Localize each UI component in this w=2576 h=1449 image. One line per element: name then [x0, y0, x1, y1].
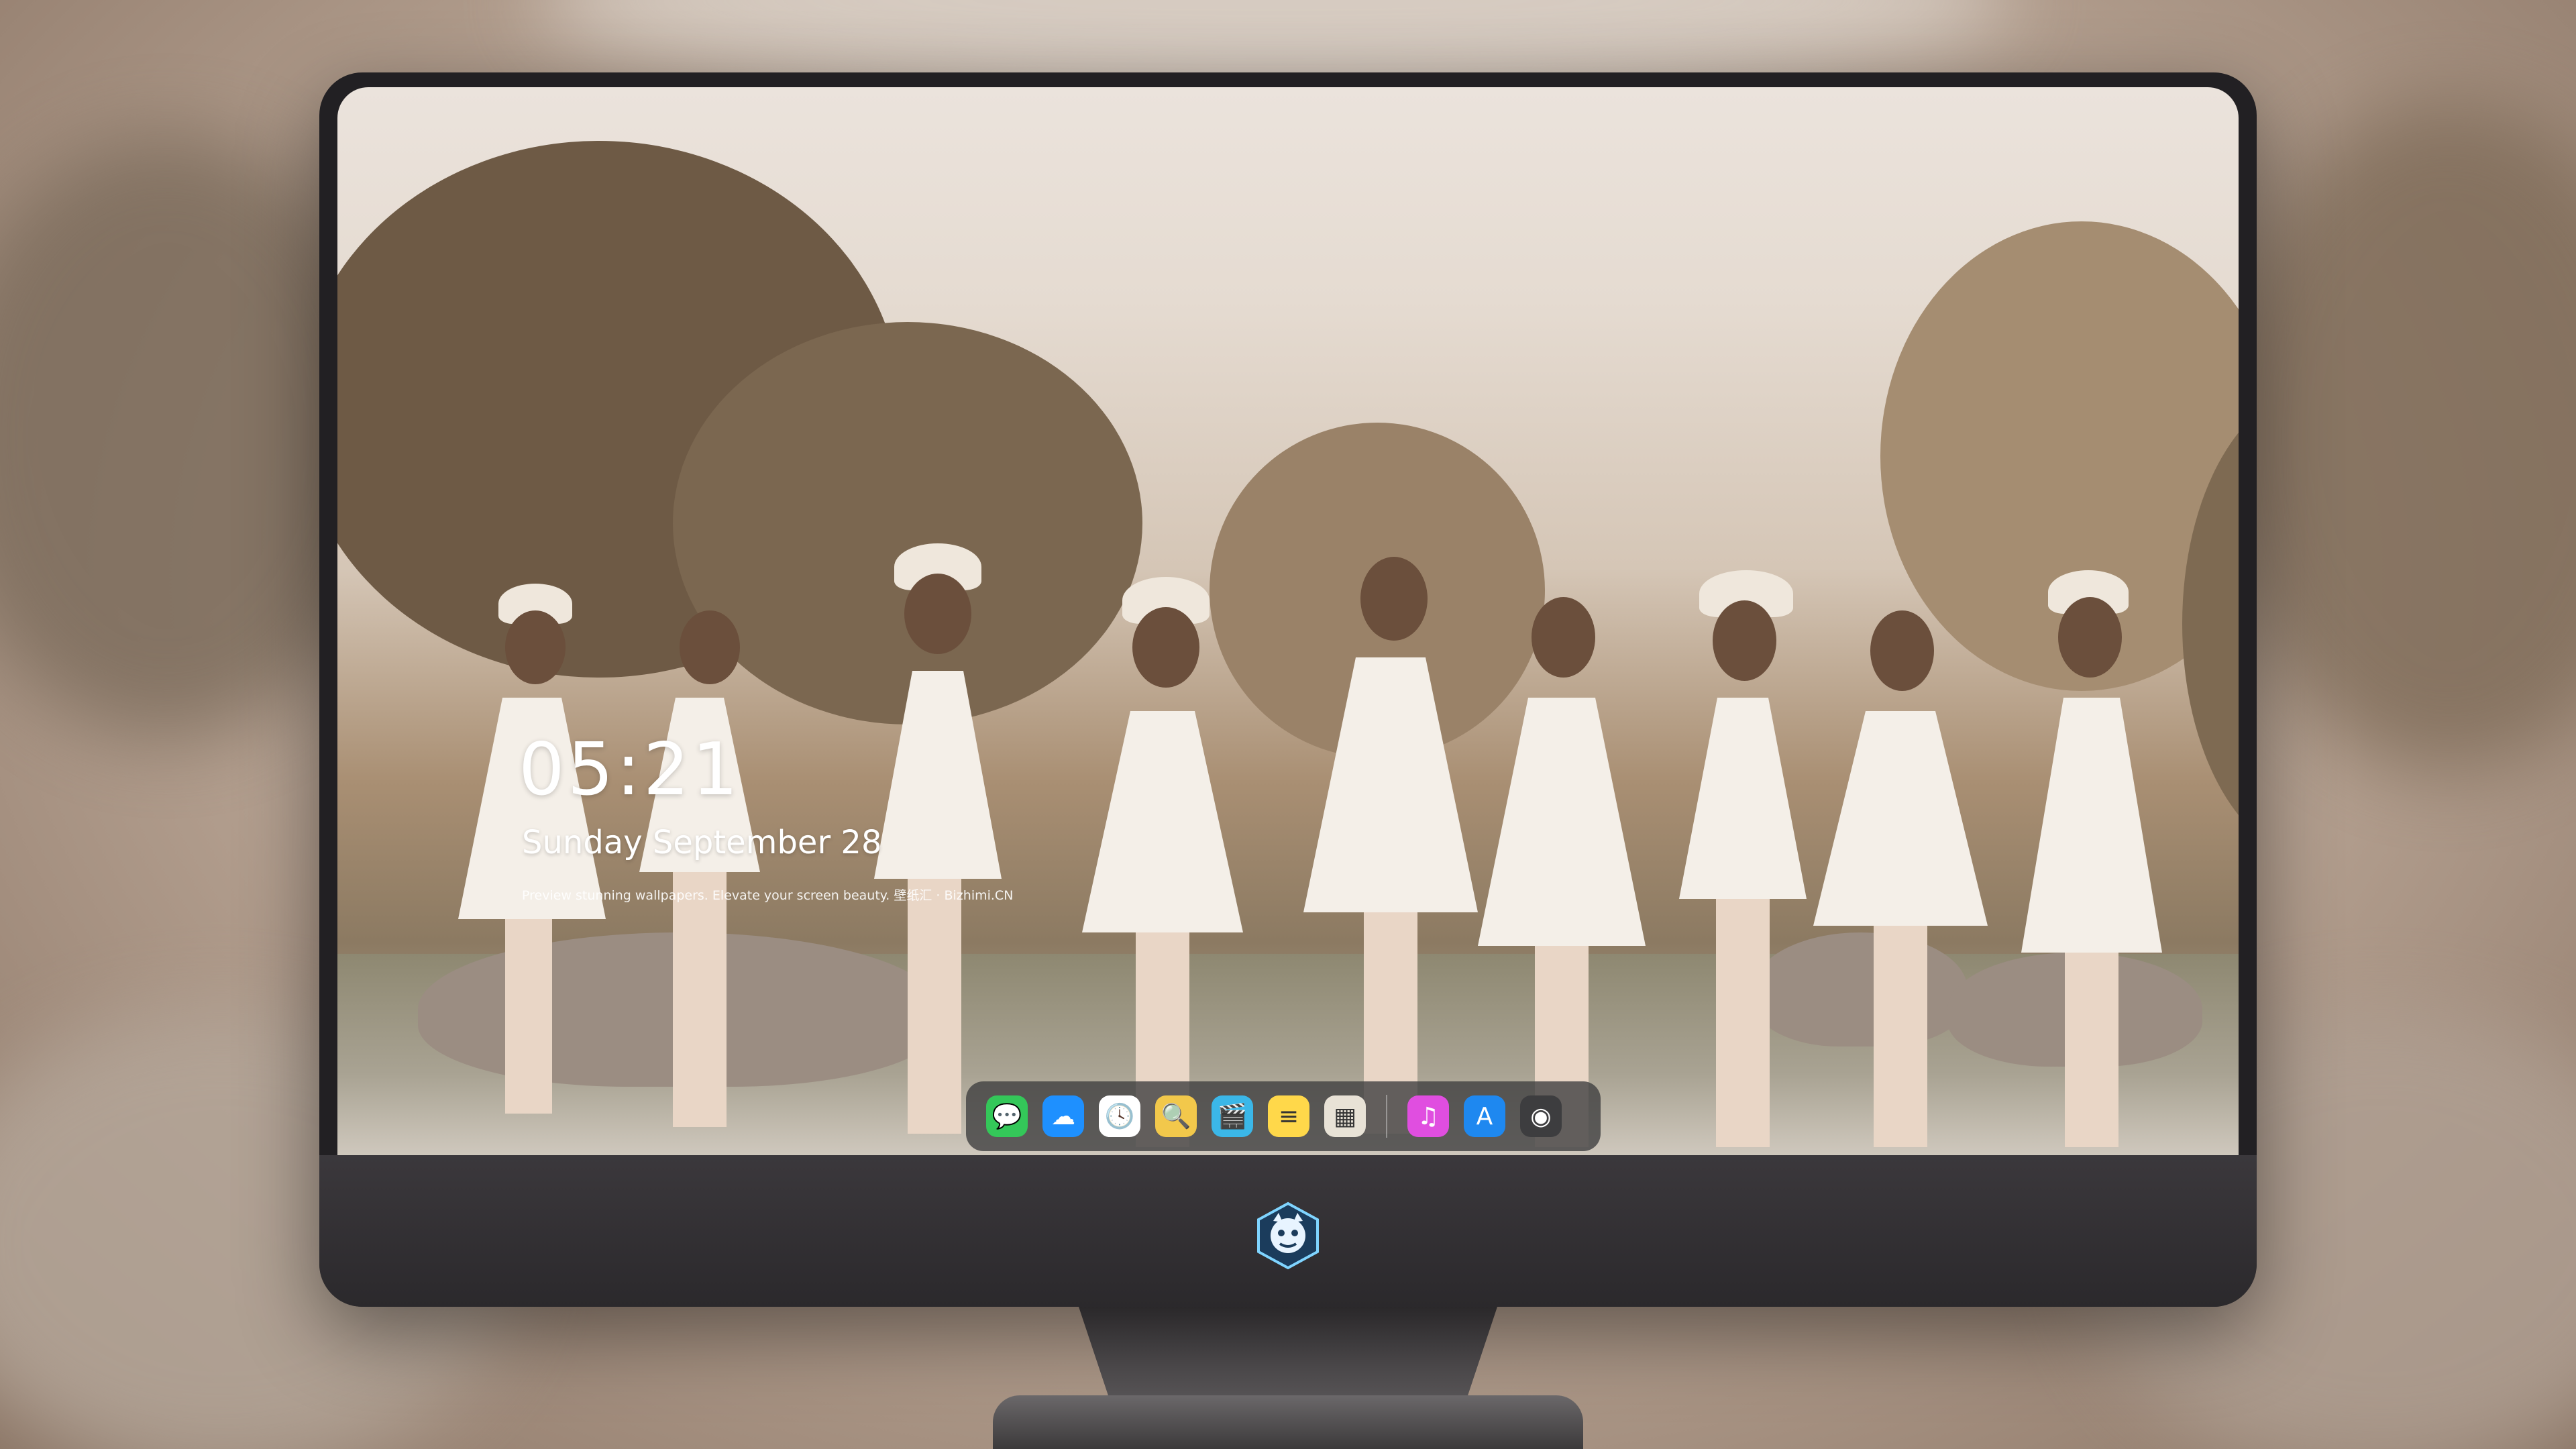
preview-icon[interactable]: 🔍 [1155, 1095, 1197, 1137]
clock-icon[interactable]: 🕓 [1099, 1095, 1140, 1137]
person [1082, 577, 1243, 1147]
lock-screen-date: Sunday September 28 [522, 824, 882, 861]
photo-booth-icon[interactable]: ▦ [1324, 1095, 1366, 1137]
dock-separator [1386, 1095, 1387, 1138]
person [1813, 584, 1988, 1147]
person [1303, 530, 1478, 1134]
dock: 💬 ☁ 🕓 🔍 🎬 ≡ ▦ ♫ A ◉ [966, 1081, 1601, 1151]
person [867, 543, 1002, 1134]
notes-icon[interactable]: ≡ [1268, 1095, 1309, 1137]
monitor-stand-base [993, 1395, 1583, 1449]
wallpaper-tagline: Preview stunning wallpapers. Elevate you… [522, 888, 1014, 903]
camera-icon[interactable]: ◉ [1520, 1095, 1562, 1137]
wallpaper-screen [337, 87, 2239, 1155]
clips-icon[interactable]: 🎬 [1212, 1095, 1253, 1137]
monitor-stand-neck [1079, 1307, 1497, 1407]
lock-screen-time: 05:21 [519, 728, 741, 812]
app-store-icon[interactable]: A [1464, 1095, 1505, 1137]
music-icon[interactable]: ♫ [1407, 1095, 1449, 1137]
person [1672, 570, 1813, 1147]
messages-icon[interactable]: 💬 [986, 1095, 1028, 1137]
monster-logo-icon [1257, 1201, 1319, 1270]
person [1478, 570, 1646, 1147]
person [2015, 570, 2176, 1147]
weather-icon[interactable]: ☁ [1042, 1095, 1084, 1137]
